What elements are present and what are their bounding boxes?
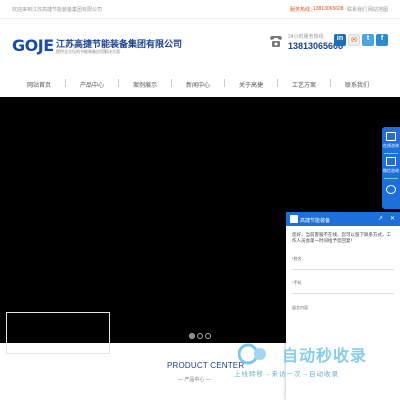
- side-item-label: 微信咨询: [383, 168, 399, 173]
- hotline-label: 服务热线：: [290, 7, 316, 13]
- nav-divider: [65, 79, 66, 87]
- nav-solutions[interactable]: 工艺方案: [292, 80, 316, 89]
- welcome-text: 欢迎来到江苏高捷节能装备集团有限公司: [12, 7, 103, 13]
- name-field[interactable]: [292, 262, 394, 270]
- message-textarea[interactable]: [6, 312, 110, 354]
- chat-header[interactable]: 高捷节能装备 ↗ ✕: [286, 212, 400, 226]
- close-icon[interactable]: ✕: [390, 215, 395, 222]
- hotline-number: 13813065608: [313, 6, 344, 12]
- side-item-label: 在线咨询: [383, 143, 399, 148]
- top-contact-link[interactable]: 联系我们: [347, 6, 367, 13]
- back-to-top-button[interactable]: [382, 185, 400, 196]
- side-divider: [384, 178, 398, 179]
- watermark-tagline: 上线转移→来访一次→自动收录: [234, 371, 339, 378]
- wechat-icon: [386, 157, 396, 166]
- phone-field[interactable]: [292, 286, 394, 294]
- mail-icon[interactable]: ✉: [348, 34, 360, 46]
- side-float-panel: 在线咨询 微信咨询: [382, 127, 400, 209]
- carousel-dot[interactable]: [197, 333, 203, 339]
- chat-intro-text: 您好，当前客服不在线，您可以留下联系方式，工作人员会第一时间给予您回复！: [292, 232, 391, 243]
- site-header: GOJE 江苏高捷节能装备集团有限公司 提供全方位的节能装备应用解决方案 24小…: [0, 19, 400, 71]
- chat-title: 高捷节能装备: [300, 218, 331, 224]
- logo[interactable]: GOJE: [12, 36, 54, 55]
- top-bar: 欢迎来到江苏高捷节能装备集团有限公司 服务热线： 13813065608 联系我…: [0, 0, 400, 19]
- up-arrow-icon: [386, 185, 396, 194]
- nav-contact[interactable]: 联系我们: [345, 80, 369, 89]
- expand-icon[interactable]: ↗: [378, 215, 383, 222]
- nav-cases[interactable]: 案例展示: [133, 80, 157, 89]
- carousel-dot[interactable]: [189, 333, 195, 339]
- section-title: PRODUCT CENTER: [167, 361, 245, 370]
- top-sitemap-link[interactable]: 网站地图: [368, 6, 388, 13]
- phone-label: 24小时服务热线: [288, 34, 324, 40]
- nav-home[interactable]: 网站首页: [27, 80, 51, 89]
- nav-divider: [330, 79, 331, 87]
- linkedin-icon[interactable]: in: [334, 34, 346, 46]
- watermark: 自动秒收录 上线转移→来访一次→自动收录: [234, 342, 400, 380]
- side-divider: [384, 153, 398, 154]
- twitter-icon[interactable]: t: [362, 34, 374, 46]
- chat-bubble-icon: [386, 132, 396, 141]
- nav-divider: [171, 79, 172, 87]
- chat-logo-icon: [290, 215, 298, 223]
- nav-divider: [277, 79, 278, 87]
- carousel-dot[interactable]: [205, 333, 211, 339]
- phone-icon: [270, 36, 282, 47]
- section-subtitle: — 产品中心 —: [178, 377, 211, 383]
- message-label: 留言内容: [292, 305, 308, 310]
- watermark-logo-icon: [238, 343, 266, 365]
- nav-divider: [118, 79, 119, 87]
- nav-divider: [224, 79, 225, 87]
- nav-products[interactable]: 产品中心: [80, 80, 104, 89]
- main-nav: 网站首页 产品中心 案例展示 新闻中心 关于高捷 工艺方案 联系我们: [0, 71, 400, 97]
- wechat-consult-button[interactable]: 微信咨询: [382, 157, 400, 174]
- watermark-brand: 自动秒收录: [282, 348, 368, 365]
- nav-news[interactable]: 新闻中心: [186, 80, 210, 89]
- nav-about[interactable]: 关于高捷: [239, 80, 263, 89]
- company-tagline: 提供全方位的节能装备应用解决方案: [56, 49, 120, 54]
- facebook-icon[interactable]: f: [376, 34, 388, 46]
- online-consult-button[interactable]: 在线咨询: [382, 132, 400, 149]
